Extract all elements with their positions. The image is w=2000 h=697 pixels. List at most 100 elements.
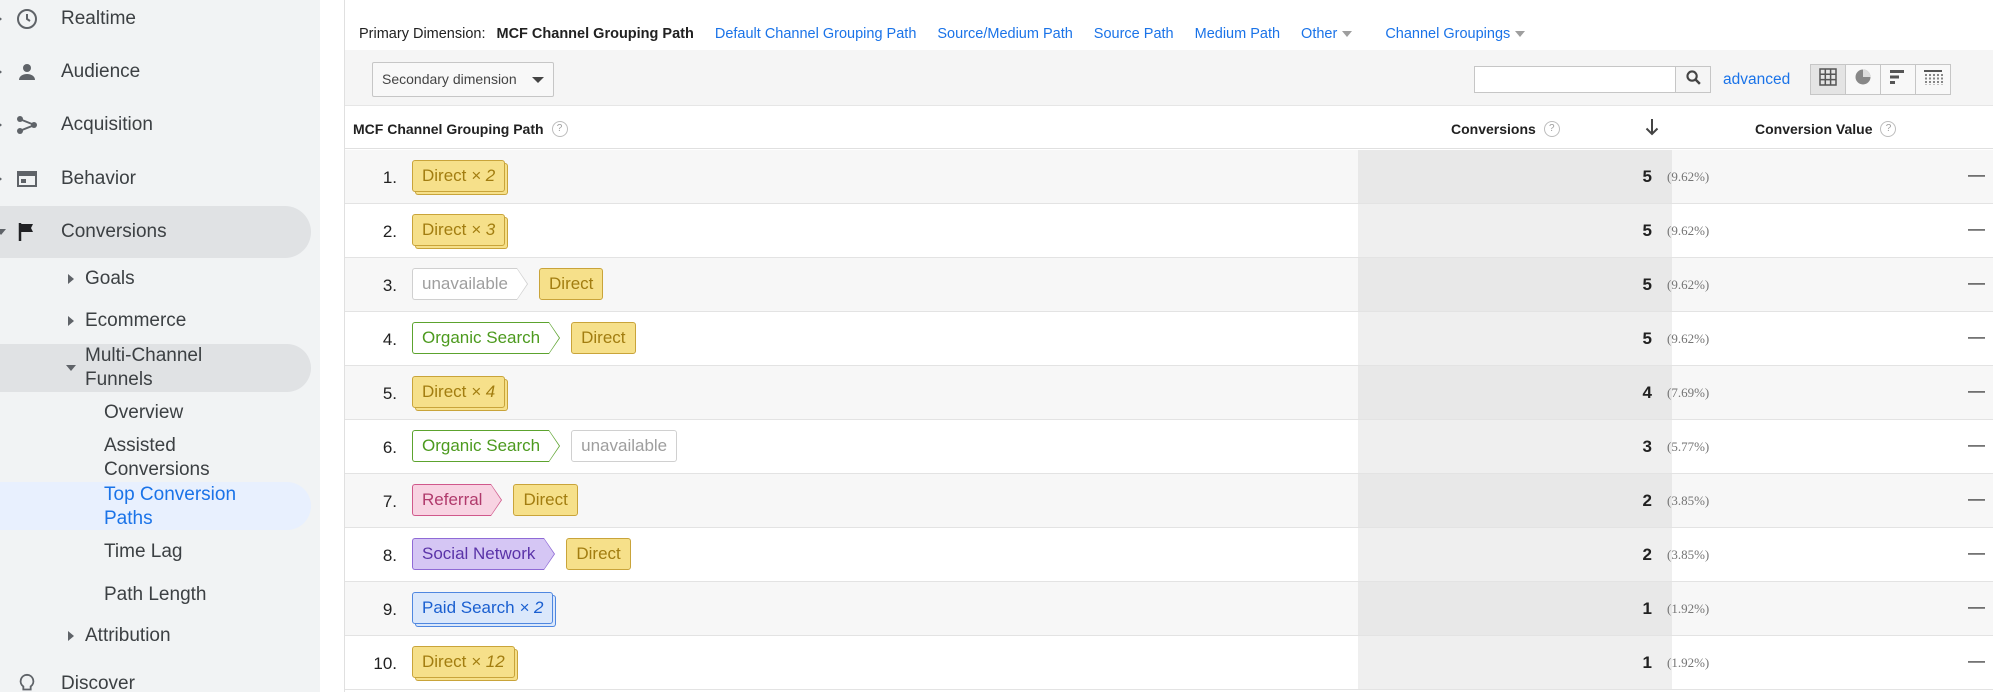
table-row: 6. Organic Search unavailable 3 (5.77%) — bbox=[345, 420, 1993, 474]
nav-assisted-conversions[interactable]: Assisted Conversions bbox=[104, 434, 254, 482]
channel-label: Direct bbox=[422, 382, 467, 401]
conversions-percent: (9.62%) bbox=[1667, 169, 1710, 184]
conversions-value: 5 bbox=[1642, 167, 1652, 186]
conversion-value-cell: — bbox=[1968, 597, 1985, 616]
table-row: 4. Organic Search Direct 5 (9.62%) — bbox=[345, 312, 1993, 366]
conversion-value-cell: — bbox=[1968, 273, 1985, 292]
conversions-value: 5 bbox=[1642, 221, 1652, 240]
secondary-dimension-button[interactable]: Secondary dimension bbox=[372, 62, 554, 97]
dimension-source-medium-path[interactable]: Source/Medium Path bbox=[937, 26, 1072, 42]
pie-view-button[interactable] bbox=[1845, 64, 1881, 95]
conversions-value: 1 bbox=[1642, 599, 1652, 618]
nav-audience[interactable]: Audience bbox=[0, 57, 300, 87]
conversion-path: Direct × 4 bbox=[412, 376, 521, 408]
grid-icon bbox=[1819, 68, 1837, 91]
channel-groupings-dropdown[interactable]: Channel Groupings bbox=[1385, 26, 1526, 42]
channel-chip-organic: Organic Search bbox=[412, 322, 561, 354]
row-number: 2. bbox=[382, 222, 397, 241]
header-path-label: MCF Channel Grouping Path bbox=[353, 121, 544, 137]
table-view-button[interactable] bbox=[1810, 64, 1846, 95]
expand-caret-icon bbox=[0, 120, 2, 130]
nav-label: Audience bbox=[61, 61, 141, 82]
dimension-other-dropdown[interactable]: Other bbox=[1301, 26, 1353, 42]
channel-groupings-label: Channel Groupings bbox=[1385, 26, 1511, 42]
channel-label: Direct bbox=[581, 328, 626, 347]
nav-label: Realtime bbox=[61, 8, 136, 29]
channel-multiplier: × 12 bbox=[471, 652, 505, 671]
channel-label: Social Network bbox=[422, 544, 536, 563]
nav-conversions[interactable]: Conversions bbox=[0, 217, 300, 247]
nav-goals[interactable]: Goals bbox=[85, 268, 135, 290]
behavior-icon bbox=[14, 166, 40, 192]
channel-label: Organic Search bbox=[422, 328, 541, 347]
nav-path-length[interactable]: Path Length bbox=[104, 584, 206, 606]
advanced-filter-link[interactable]: advanced bbox=[1723, 71, 1790, 89]
channel-chip-direct: Direct × 4 bbox=[412, 376, 506, 408]
nav-attribution[interactable]: Attribution bbox=[85, 625, 171, 647]
row-number: 8. bbox=[382, 546, 397, 565]
channel-chip-direct: Direct bbox=[539, 268, 604, 300]
table-row: 10. Direct × 12 1 (1.92%) — bbox=[345, 636, 1993, 690]
help-icon[interactable]: ? bbox=[551, 121, 568, 137]
search-button[interactable] bbox=[1675, 66, 1711, 93]
conversion-path: Referral Direct bbox=[412, 484, 594, 516]
dropdown-arrow-icon bbox=[532, 77, 544, 83]
conversion-value-cell: — bbox=[1968, 381, 1985, 400]
conversions-value: 2 bbox=[1642, 491, 1652, 510]
channel-multiplier: × 4 bbox=[471, 382, 496, 401]
collapse-caret-icon bbox=[0, 229, 6, 235]
table-search-input[interactable] bbox=[1474, 66, 1676, 93]
channel-multiplier: × 3 bbox=[471, 220, 496, 239]
conversions-percent: (9.62%) bbox=[1667, 223, 1710, 238]
sort-descending-icon[interactable] bbox=[1645, 118, 1659, 139]
header-conversion-value[interactable]: Conversion Value ? bbox=[1755, 121, 1897, 137]
person-icon bbox=[14, 59, 40, 85]
conversion-path: Organic Search unavailable bbox=[412, 430, 693, 462]
conversion-path: Paid Search × 2 bbox=[412, 592, 569, 624]
channel-chip-paid: Paid Search × 2 bbox=[412, 592, 554, 624]
conversion-value-cell: — bbox=[1968, 327, 1985, 346]
conversions-value: 2 bbox=[1642, 545, 1652, 564]
attribution-caret-icon bbox=[68, 631, 74, 641]
conversions-percent: (5.77%) bbox=[1667, 439, 1710, 454]
conversions-percent: (9.62%) bbox=[1667, 277, 1710, 292]
channel-multiplier: × 2 bbox=[471, 166, 496, 185]
dimension-active: MCF Channel Grouping Path bbox=[496, 26, 694, 42]
nav-ecommerce[interactable]: Ecommerce bbox=[85, 310, 186, 332]
table-toolbar: Secondary dimension advanced bbox=[345, 50, 1993, 106]
channel-label: Paid Search bbox=[422, 598, 515, 617]
expand-caret-icon bbox=[0, 14, 2, 24]
row-number: 10. bbox=[373, 654, 397, 673]
expand-caret-icon bbox=[0, 174, 2, 184]
header-path[interactable]: MCF Channel Grouping Path ? bbox=[353, 121, 568, 137]
channel-chip-direct: Direct bbox=[566, 538, 631, 570]
row-number: 6. bbox=[382, 438, 397, 457]
mcf-caret-icon bbox=[66, 365, 76, 371]
help-icon[interactable]: ? bbox=[1543, 121, 1560, 137]
pie-chart-icon bbox=[1854, 68, 1872, 91]
primary-dimension-label: Primary Dimension: bbox=[359, 26, 486, 42]
table-row: 5. Direct × 4 4 (7.69%) — bbox=[345, 366, 1993, 420]
nav-behavior[interactable]: Behavior bbox=[0, 164, 300, 194]
nav-acquisition[interactable]: Acquisition bbox=[0, 110, 300, 140]
other-label: Other bbox=[1301, 26, 1338, 42]
nav-time-lag[interactable]: Time Lag bbox=[104, 541, 183, 563]
dimension-default-channel-grouping-path[interactable]: Default Channel Grouping Path bbox=[715, 26, 917, 42]
nav-multi-channel-funnels[interactable]: Multi-Channel Funnels bbox=[85, 344, 235, 392]
bar-chart-icon bbox=[1889, 68, 1907, 91]
channel-label: Direct bbox=[422, 220, 467, 239]
nav-top-conversion-paths[interactable]: Top Conversion Paths bbox=[104, 483, 264, 531]
header-conversions[interactable]: Conversions ? bbox=[1451, 121, 1560, 137]
bar-view-button[interactable] bbox=[1880, 64, 1916, 95]
table-header: MCF Channel Grouping Path ? Conversions … bbox=[345, 107, 1993, 149]
dimension-medium-path[interactable]: Medium Path bbox=[1195, 26, 1280, 42]
nav-overview[interactable]: Overview bbox=[104, 402, 183, 424]
help-icon[interactable]: ? bbox=[1880, 121, 1897, 137]
nav-label: Conversions bbox=[61, 221, 167, 242]
primary-dimension-bar: Primary Dimension: MCF Channel Grouping … bbox=[359, 26, 1546, 42]
pivot-view-button[interactable] bbox=[1915, 64, 1951, 95]
dimension-source-path[interactable]: Source Path bbox=[1094, 26, 1174, 42]
nav-realtime[interactable]: Realtime bbox=[0, 4, 300, 34]
channel-label: Direct bbox=[422, 166, 467, 185]
nav-discover[interactable]: Discover bbox=[0, 672, 300, 696]
